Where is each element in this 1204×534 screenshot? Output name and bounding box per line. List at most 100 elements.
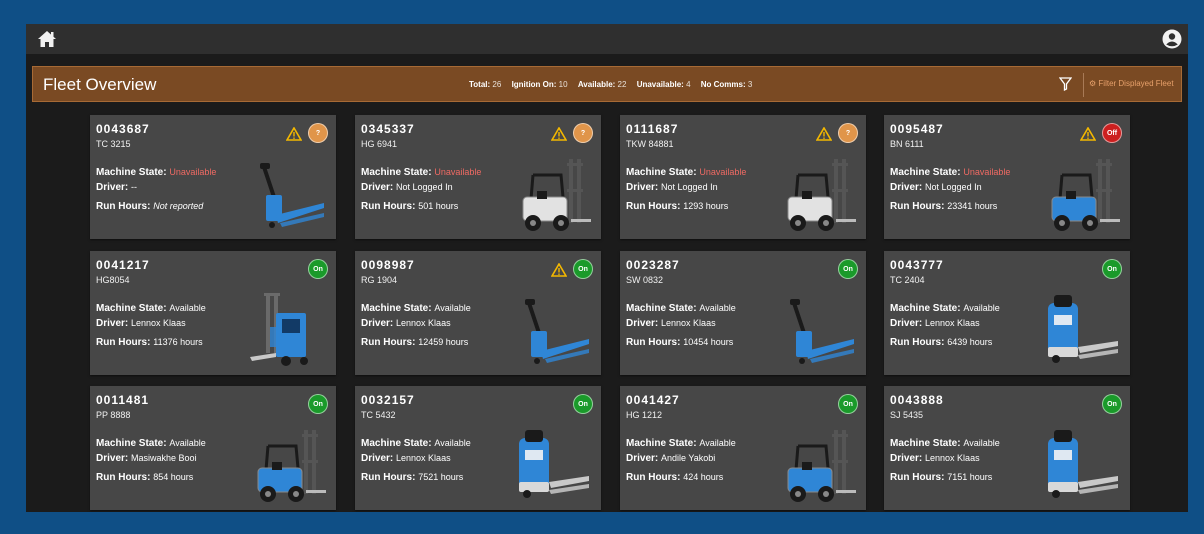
ignition-status-badge: On bbox=[838, 394, 858, 414]
driver-label: Driver: bbox=[626, 453, 659, 464]
fleet-card-0032157[interactable]: 0032157 TC 5432 Machine State: Available Dr… bbox=[355, 386, 601, 510]
driver: Driver: Not Logged In bbox=[361, 182, 453, 193]
machine-state: Machine State: Available bbox=[626, 438, 736, 449]
machine-id: 0041427 bbox=[626, 393, 680, 407]
machine-plate: TC 5432 bbox=[361, 410, 396, 420]
run-hours-label: Run Hours: bbox=[890, 472, 945, 483]
home-icon[interactable] bbox=[36, 28, 58, 50]
machine-state-label: Machine State: bbox=[890, 303, 961, 314]
driver: Driver: Lennox Klaas bbox=[361, 318, 451, 329]
fleet-card-0011481[interactable]: 0011481 PP 8888 Machine State: Available Dr… bbox=[90, 386, 336, 510]
filter-displayed-fleet-button[interactable]: ⚙ Filter Displayed Fleet bbox=[1089, 79, 1174, 88]
run-hours-label: Run Hours: bbox=[626, 337, 681, 348]
ignition-status-badge: On bbox=[308, 394, 328, 414]
run-hours: Run Hours: 12459 hours bbox=[361, 337, 468, 348]
machine-state-label: Machine State: bbox=[626, 438, 697, 449]
machine-state: Machine State: Available bbox=[96, 438, 206, 449]
machine-state-value: Unavailable bbox=[699, 167, 747, 177]
tow-tractor-image bbox=[1040, 291, 1120, 371]
fleet-card-0043687[interactable]: 0043687 TC 3215 Machine State: Unavailable… bbox=[90, 115, 336, 239]
machine-id: 0111687 bbox=[626, 122, 679, 136]
run-hours-label: Run Hours: bbox=[96, 201, 151, 212]
machine-plate: TC 2404 bbox=[890, 275, 925, 285]
driver-label: Driver: bbox=[890, 318, 923, 329]
machine-id: 0043687 bbox=[96, 122, 150, 136]
user-circle-icon[interactable] bbox=[1162, 29, 1182, 49]
page-title: Fleet Overview bbox=[43, 75, 157, 94]
machine-state-label: Machine State: bbox=[890, 167, 961, 178]
machine-id: 0098987 bbox=[361, 258, 415, 272]
driver-value: Not Logged In bbox=[396, 182, 453, 192]
machine-state-label: Machine State: bbox=[626, 303, 697, 314]
run-hours-label: Run Hours: bbox=[890, 337, 945, 348]
run-hours-label: Run Hours: bbox=[890, 201, 945, 212]
machine-state-value: Available bbox=[434, 438, 471, 448]
machine-state-value: Available bbox=[699, 303, 736, 313]
machine-state: Machine State: Available bbox=[96, 303, 206, 314]
machine-plate: HG 1212 bbox=[626, 410, 663, 420]
machine-state-value: Available bbox=[169, 303, 206, 313]
machine-state-label: Machine State: bbox=[626, 167, 697, 178]
machine-state: Machine State: Unavailable bbox=[96, 167, 216, 178]
stat-nocomms-value: 3 bbox=[747, 80, 753, 89]
fleet-card-0095487[interactable]: 0095487 BN 6111 Machine State: Unavailable… bbox=[884, 115, 1130, 239]
machine-plate: RG 1904 bbox=[361, 275, 398, 285]
warning-icon[interactable] bbox=[1080, 127, 1096, 141]
machine-plate: PP 8888 bbox=[96, 410, 131, 420]
run-hours-value: 6439 hours bbox=[947, 337, 993, 347]
machine-plate: TKW 84881 bbox=[626, 139, 674, 149]
driver: Driver: Lennox Klaas bbox=[890, 453, 980, 464]
driver: Driver: Andile Yakobi bbox=[626, 453, 715, 464]
stat-available-value: 22 bbox=[617, 80, 627, 89]
ignition-status-badge: ? bbox=[308, 123, 328, 143]
tow-tractor-image bbox=[1040, 426, 1120, 506]
pallet-truck-image bbox=[776, 291, 856, 371]
fleet-card-0345337[interactable]: 0345337 HG 6941 Machine State: Unavailable… bbox=[355, 115, 601, 239]
machine-state-value: Available bbox=[699, 438, 736, 448]
run-hours: Run Hours: 11376 hours bbox=[96, 337, 203, 348]
machine-plate: TC 3215 bbox=[96, 139, 131, 149]
run-hours-label: Run Hours: bbox=[626, 201, 681, 212]
pallet-truck-image bbox=[511, 291, 591, 371]
reach-truck-image bbox=[246, 291, 326, 371]
fleet-card-0043888[interactable]: 0043888 SJ 5435 Machine State: Available Dr… bbox=[884, 386, 1130, 510]
machine-plate: HG8054 bbox=[96, 275, 130, 285]
run-hours-value: 501 hours bbox=[418, 201, 459, 211]
machine-state-label: Machine State: bbox=[96, 167, 167, 178]
run-hours-label: Run Hours: bbox=[96, 472, 151, 483]
machine-state-label: Machine State: bbox=[96, 438, 167, 449]
run-hours: Run Hours: 10454 hours bbox=[626, 337, 733, 348]
driver-value: Lennox Klaas bbox=[131, 318, 186, 328]
run-hours: Run Hours: 23341 hours bbox=[890, 201, 997, 212]
fleet-card-0111687[interactable]: 0111687 TKW 84881 Machine State: Unavailab… bbox=[620, 115, 866, 239]
warning-icon[interactable] bbox=[551, 263, 567, 277]
machine-state: Machine State: Unavailable bbox=[626, 167, 746, 178]
fleet-card-0041217[interactable]: 0041217 HG8054 Machine State: Available Dri… bbox=[90, 251, 336, 375]
fleet-overview-header: Fleet Overview Total: 26 Ignition On: 10… bbox=[32, 66, 1182, 102]
counterbalance-blue-image bbox=[776, 426, 856, 506]
fleet-card-0043777[interactable]: 0043777 TC 2404 Machine State: Available Dr… bbox=[884, 251, 1130, 375]
fleet-card-0098987[interactable]: 0098987 RG 1904 Machine State: Available Dr… bbox=[355, 251, 601, 375]
warning-icon[interactable] bbox=[816, 127, 832, 141]
filter-icon[interactable] bbox=[1059, 77, 1072, 91]
driver: Driver: -- bbox=[96, 182, 137, 193]
stat-total-value: 26 bbox=[492, 80, 502, 89]
run-hours: Run Hours: 1293 hours bbox=[626, 201, 728, 212]
ignition-status-badge: On bbox=[308, 259, 328, 279]
run-hours-value: 11376 hours bbox=[153, 337, 203, 347]
machine-id: 0041217 bbox=[96, 258, 150, 272]
machine-id: 0011481 bbox=[96, 393, 150, 407]
warning-icon[interactable] bbox=[286, 127, 302, 141]
machine-state-value: Unavailable bbox=[963, 167, 1011, 177]
machine-state: Machine State: Available bbox=[890, 303, 1000, 314]
run-hours-value: 854 hours bbox=[153, 472, 194, 482]
ignition-status-badge: Off bbox=[1102, 123, 1122, 143]
warning-icon[interactable] bbox=[551, 127, 567, 141]
counterbalance-blue-image bbox=[246, 426, 326, 506]
machine-state-value: Unavailable bbox=[434, 167, 482, 177]
fleet-card-0023287[interactable]: 0023287 SW 0832 Machine State: Available Dr… bbox=[620, 251, 866, 375]
machine-state: Machine State: Unavailable bbox=[890, 167, 1010, 178]
fleet-app: Fleet Overview Total: 26 Ignition On: 10… bbox=[26, 24, 1188, 512]
fleet-card-0041427[interactable]: 0041427 HG 1212 Machine State: Available Dr… bbox=[620, 386, 866, 510]
machine-state-value: Available bbox=[963, 303, 1000, 313]
